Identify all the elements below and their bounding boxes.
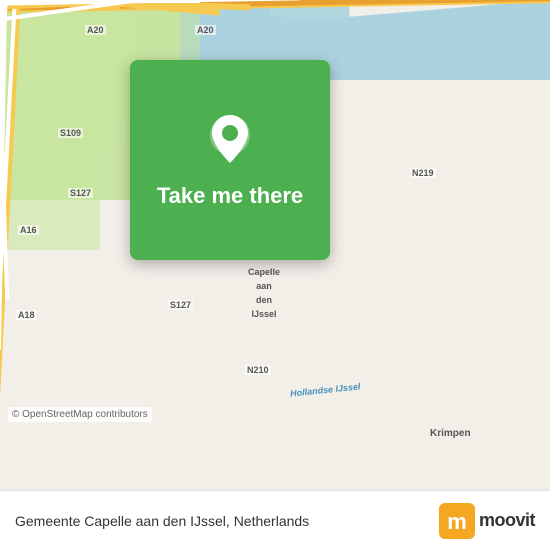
location-label: Gemeente Capelle aan den IJssel, Netherl…: [15, 513, 309, 529]
moovit-icon: m: [439, 503, 475, 539]
road-label-n210: N210: [245, 365, 271, 375]
road-label-n219: N219: [410, 168, 436, 178]
krimpen-label: Krimpen: [430, 428, 471, 439]
svg-text:m: m: [447, 509, 467, 534]
moovit-logo: m moovit: [439, 503, 535, 539]
city-label: CapelleaandenIJssel: [248, 265, 280, 321]
road-label-s127a: S127: [68, 188, 93, 198]
bottom-bar: Gemeente Capelle aan den IJssel, Netherl…: [0, 490, 550, 550]
copyright-text: © OpenStreetMap contributors: [8, 407, 152, 422]
road-label-a16: A16: [18, 225, 39, 235]
road-label-a20: A20: [85, 25, 106, 35]
road-label-s109: S109: [58, 128, 83, 138]
popup-button-label: Take me there: [157, 183, 303, 209]
road-label-s127b: S127: [168, 300, 193, 310]
map-view: A20 A20 A16 A18 S109 S127 S127 N219 N210…: [0, 0, 550, 490]
location-pin-icon: [205, 111, 255, 171]
road-label-a20b: A20: [195, 25, 216, 35]
moovit-text: moovit: [479, 510, 535, 531]
road-label-a18: A18: [16, 310, 37, 320]
hollandse-label: Hollandse IJssel: [290, 381, 361, 398]
take-me-there-button[interactable]: Take me there: [130, 60, 330, 260]
